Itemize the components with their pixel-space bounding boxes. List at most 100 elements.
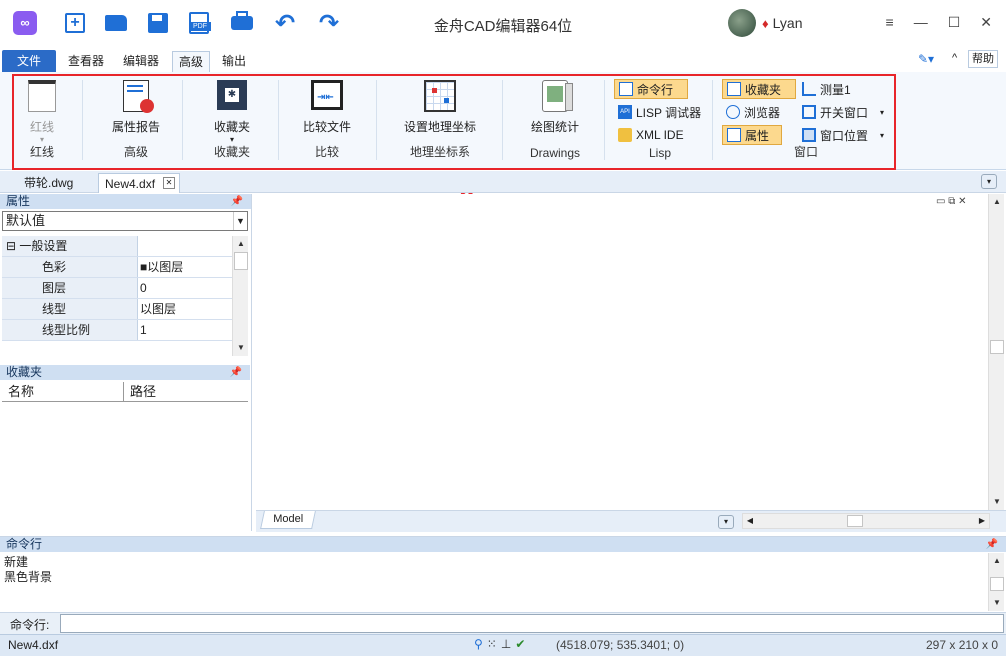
chevron-down-icon[interactable]: ▼ xyxy=(233,212,247,230)
col-path[interactable]: 路径 xyxy=(124,382,248,401)
command-input[interactable] xyxy=(60,614,1004,633)
xml-ide-button[interactable]: XML IDE xyxy=(614,125,688,145)
title-bar: ∞ + PDF ↶ ↷ 金舟CAD编辑器64位 ♦ Lyan ≡ — ☐ ✕ xyxy=(0,0,1006,46)
tab-advanced[interactable]: 高级 xyxy=(172,51,211,72)
group-lisp: 命令行 API LISP 调试器 XML IDE Lisp xyxy=(610,74,710,164)
toggle-window-button[interactable]: 开关窗口 ▾ xyxy=(798,102,888,122)
set-geo-coords-button[interactable]: 设置地理坐标 xyxy=(384,76,496,135)
toggle-window-icon xyxy=(802,105,816,119)
mdi-minimize-icon[interactable]: ▭ xyxy=(936,196,945,207)
ribbon-tab-row: 文件 查看器 编辑器 高级 输出 ✎▾ ^ 帮助 xyxy=(0,46,1006,72)
tab-output[interactable]: 输出 xyxy=(216,51,252,72)
tab-editor[interactable]: 编辑器 xyxy=(117,51,165,72)
lisp-api-icon: API xyxy=(618,105,632,119)
group-label-compare: 比较 xyxy=(314,145,339,159)
properties-scrollbar[interactable]: ▲ ▼ xyxy=(232,236,248,356)
status-paper-size: 297 x 210 x 0 xyxy=(926,638,999,652)
group-geo: 设置地理坐标 地理坐标系 xyxy=(384,74,496,164)
measure-icon xyxy=(802,82,816,96)
property-row[interactable]: 线型比例 1 xyxy=(2,320,232,341)
redline-button[interactable]: 红线 ▾ xyxy=(12,76,72,144)
command-input-label: 命令行: xyxy=(10,618,50,632)
window-position-dropdown-icon[interactable]: ▾ xyxy=(880,131,884,140)
status-file-name: New4.dxf xyxy=(8,638,59,652)
user-area[interactable]: ♦ Lyan xyxy=(728,9,802,37)
check-icon[interactable]: ✔ xyxy=(515,637,525,651)
app-title: 金舟CAD编辑器64位 xyxy=(433,18,573,35)
scroll-left-icon[interactable]: ◀ xyxy=(743,514,757,528)
lisp-debugger-button[interactable]: API LISP 调试器 xyxy=(614,102,705,122)
status-bar: New4.dxf ⚲ ⁙ ⊥ ✔ (4518.079; 535.3401; 0)… xyxy=(0,634,1006,656)
group-label-advanced: 高级 xyxy=(123,145,148,159)
favorites-window-button[interactable]: 收藏夹 xyxy=(722,79,796,99)
pin-icon[interactable]: 📌 xyxy=(986,537,998,552)
scroll-down-icon[interactable]: ▼ xyxy=(989,494,1005,510)
favorites-icon: ✱ xyxy=(215,80,249,114)
favorites-button[interactable]: ✱ 收藏夹 ▾ xyxy=(192,76,272,144)
close-tab-icon[interactable]: ✕ xyxy=(163,177,176,189)
scroll-down-icon[interactable]: ▼ xyxy=(989,595,1005,611)
doc-tab-dailun[interactable]: 带轮.dwg xyxy=(18,173,79,193)
properties-select[interactable]: 默认值 ▼ xyxy=(2,211,248,231)
ortho-icon[interactable]: ⊥ xyxy=(501,637,511,651)
pin-icon[interactable]: 📌 xyxy=(231,194,243,209)
tab-viewer[interactable]: 查看器 xyxy=(62,51,110,72)
property-row[interactable]: 线型 以图层 xyxy=(2,299,232,320)
command-line-button[interactable]: 命令行 xyxy=(614,79,688,99)
tab-file[interactable]: 文件 xyxy=(2,50,56,72)
drawing-stats-icon xyxy=(538,80,573,114)
minimize-icon[interactable]: — xyxy=(914,14,928,31)
status-coordinates: (4518.079; 535.3401; 0) xyxy=(556,638,685,652)
drawing-canvas[interactable] xyxy=(256,194,988,510)
collapse-icon[interactable]: ⊟ xyxy=(6,239,16,253)
compare-files-icon: ⇥⇤ xyxy=(310,80,344,114)
model-tab[interactable]: Model xyxy=(260,511,316,529)
property-row[interactable]: 色彩 ■以图层 xyxy=(2,257,232,278)
tab-list-dropdown-icon[interactable]: ▾ xyxy=(981,174,997,189)
snap-icon[interactable]: ⚲ xyxy=(474,637,483,651)
properties-grid: ⊟ 一般设置 色彩 ■以图层 图层 0 线型 以图层 线型比例 1 xyxy=(2,236,232,341)
mdi-restore-icon[interactable]: ⧉ xyxy=(948,196,955,207)
status-icons: ⚲ ⁙ ⊥ ✔ xyxy=(474,637,525,651)
command-panel: 命令行 📌 新建 黑色背景 ▲ ▼ xyxy=(0,536,1006,612)
group-redline: 红线 ▾ 红线 xyxy=(12,74,72,164)
mdi-close-icon[interactable]: ✕ xyxy=(958,196,966,207)
layout-dropdown-icon[interactable]: ▾ xyxy=(718,515,734,529)
scroll-up-icon[interactable]: ▲ xyxy=(989,553,1005,569)
property-report-button[interactable]: 属性报告 xyxy=(96,76,176,135)
scroll-up-icon[interactable]: ▲ xyxy=(233,236,249,252)
group-label-geo: 地理坐标系 xyxy=(409,145,470,159)
scroll-up-icon[interactable]: ▲ xyxy=(989,194,1005,210)
properties-button[interactable]: 属性 xyxy=(722,125,782,145)
avatar[interactable] xyxy=(728,9,756,37)
pin-icon[interactable]: 📌 xyxy=(230,365,242,380)
property-row[interactable]: 图层 0 xyxy=(2,278,232,299)
window-position-button[interactable]: 窗口位置 ▾ xyxy=(798,125,888,145)
command-scrollbar[interactable]: ▲ ▼ xyxy=(988,553,1004,611)
canvas-vertical-scrollbar[interactable]: ▲ ▼ xyxy=(988,194,1004,510)
section-row[interactable]: ⊟ 一般设置 xyxy=(2,236,232,257)
close-icon[interactable]: ✕ xyxy=(980,14,992,31)
maximize-icon[interactable]: ☐ xyxy=(948,14,961,31)
group-label-lisp: Lisp xyxy=(648,146,671,160)
property-report-icon xyxy=(119,80,154,114)
scroll-down-icon[interactable]: ▼ xyxy=(233,340,249,356)
measure-button[interactable]: 测量1 xyxy=(798,79,855,99)
drawing-stats-button[interactable]: 绘图统计 xyxy=(510,76,600,135)
favorites-window-icon xyxy=(727,82,741,96)
grid-icon[interactable]: ⁙ xyxy=(487,637,497,651)
command-input-row: 命令行: xyxy=(0,612,1006,634)
compare-files-button[interactable]: ⇥⇤ 比较文件 xyxy=(288,76,366,135)
style-icon[interactable]: ✎▾ xyxy=(918,52,934,66)
collapse-ribbon-icon[interactable]: ^ xyxy=(952,52,957,64)
group-label-window: 窗口 xyxy=(793,145,818,159)
canvas-horizontal-scrollbar[interactable]: ◀ ▶ xyxy=(742,513,990,529)
browser-button[interactable]: 浏览器 xyxy=(722,102,784,122)
toggle-window-dropdown-icon[interactable]: ▾ xyxy=(880,108,884,117)
doc-tab-new4[interactable]: New4.dxf ✕ xyxy=(98,173,181,193)
group-window: 收藏夹 浏览器 属性 测量1 开关窗口 ▾ 窗口位置 ▾ 窗口 xyxy=(718,74,894,164)
col-name[interactable]: 名称 xyxy=(2,382,124,401)
scroll-right-icon[interactable]: ▶ xyxy=(975,514,989,528)
help-button[interactable]: 帮助 xyxy=(968,50,998,68)
menu-icon[interactable]: ≡ xyxy=(886,14,894,31)
